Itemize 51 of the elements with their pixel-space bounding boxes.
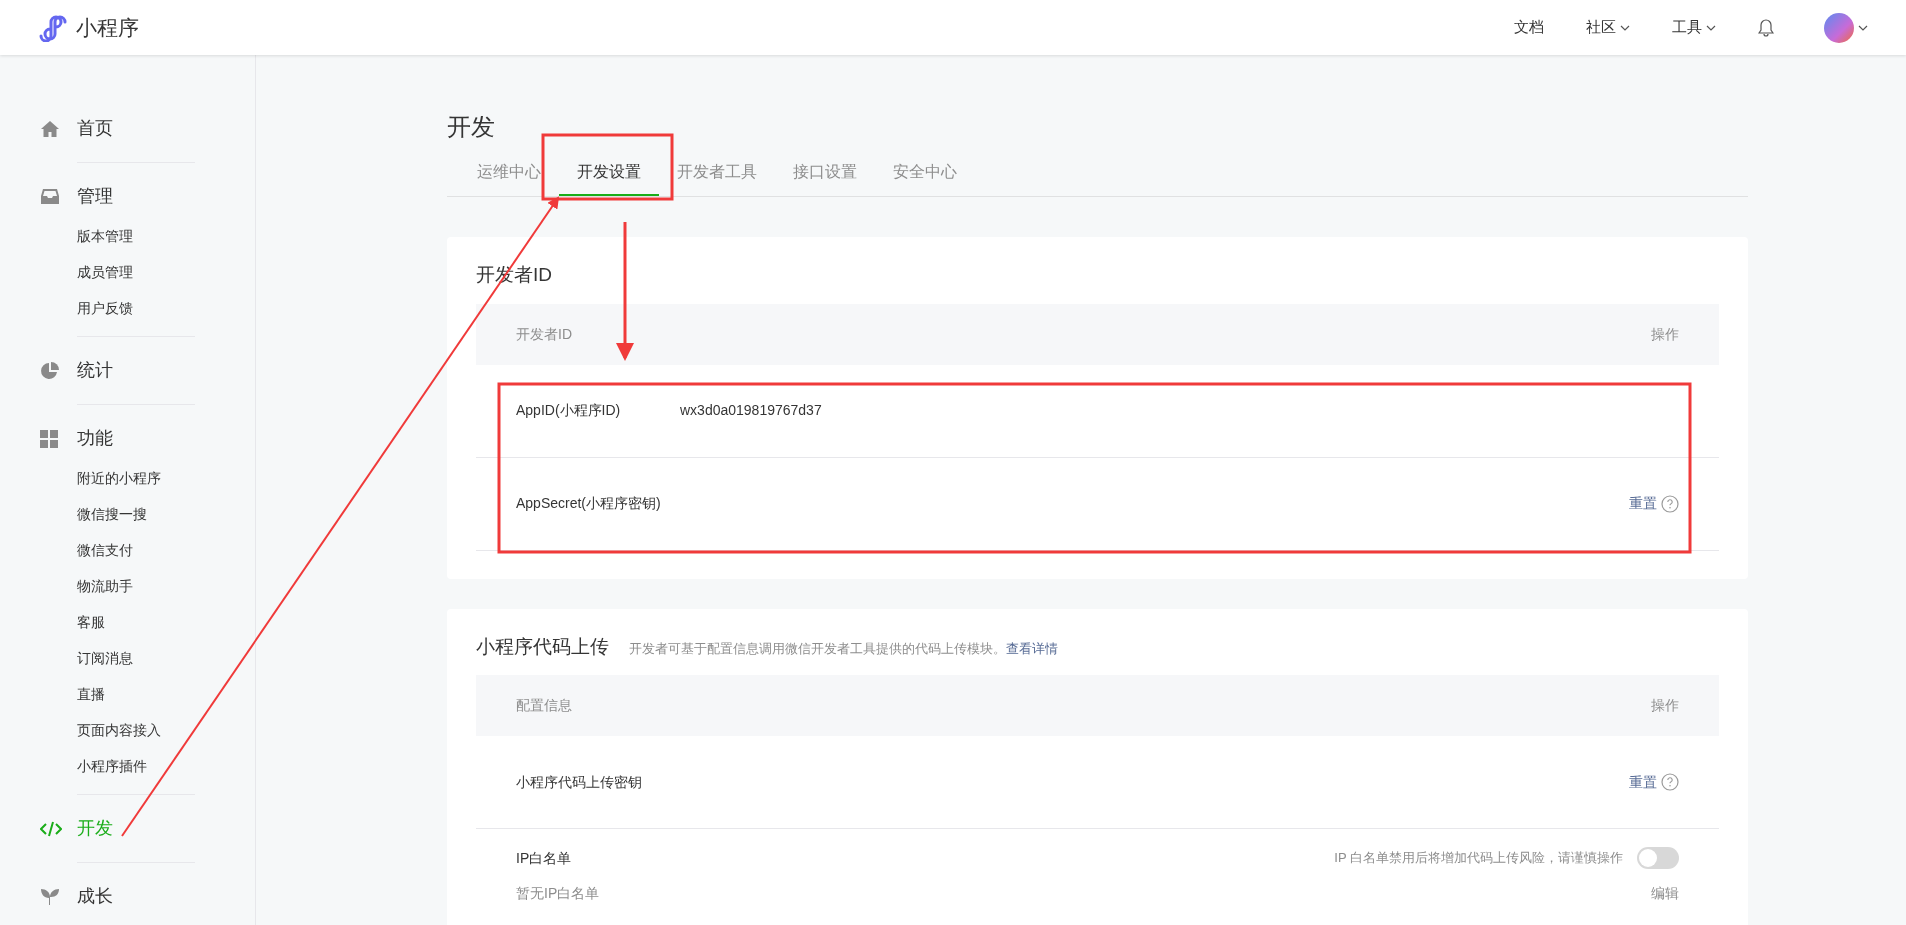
edit-link[interactable]: 编辑 bbox=[1651, 883, 1679, 904]
card-title: 小程序代码上传 bbox=[476, 634, 609, 659]
logo-text: 小程序 bbox=[76, 14, 139, 41]
chevron-down-icon bbox=[1706, 24, 1716, 31]
tab[interactable]: 开发设置 bbox=[559, 160, 659, 196]
sidebar-item[interactable]: 统计 bbox=[40, 337, 195, 404]
sidebar-item[interactable]: 成长 bbox=[40, 863, 195, 925]
toggle-switch[interactable] bbox=[1637, 847, 1679, 869]
sidebar-subitem[interactable]: 微信搜一搜 bbox=[77, 496, 195, 532]
column-header: 配置信息 bbox=[516, 696, 572, 715]
sidebar-subitem[interactable]: 成员管理 bbox=[77, 254, 195, 290]
grid-icon bbox=[40, 429, 58, 448]
help-icon[interactable] bbox=[1661, 494, 1679, 513]
card-description: 开发者可基于配置信息调用微信开发者工具提供的代码上传模块。 bbox=[629, 639, 1006, 658]
sidebar-subitem[interactable]: 用户反馈 bbox=[77, 290, 195, 326]
avatar[interactable] bbox=[1824, 12, 1854, 43]
chevron-down-icon bbox=[1620, 24, 1630, 31]
tray-icon bbox=[40, 188, 60, 205]
row-label: 小程序代码上传密钥 bbox=[516, 772, 642, 792]
sidebar-subitem[interactable]: 微信支付 bbox=[77, 532, 195, 568]
details-link[interactable]: 查看详情 bbox=[1006, 638, 1058, 658]
help-icon[interactable] bbox=[1661, 773, 1679, 791]
sidebar-subitem[interactable]: 小程序插件 bbox=[77, 748, 195, 784]
row-label: AppID(小程序ID) bbox=[516, 401, 622, 420]
column-header: 操作 bbox=[1651, 696, 1679, 715]
sidebar-subitem[interactable]: 订阅消息 bbox=[77, 640, 195, 676]
column-header: 开发者ID bbox=[516, 324, 572, 344]
warning-text: IP 白名单禁用后将增加代码上传风险，请谨慎操作 bbox=[1334, 849, 1623, 868]
logo-icon[interactable] bbox=[38, 13, 68, 42]
code-icon bbox=[40, 819, 62, 838]
reset-link[interactable]: 重置 bbox=[1629, 493, 1657, 514]
chevron-down-icon bbox=[1858, 24, 1868, 31]
row-value: wx3d0a019819767d37 bbox=[680, 401, 822, 420]
sidebar-subitem[interactable]: 直播 bbox=[77, 676, 195, 712]
nav-link[interactable]: 工具 bbox=[1672, 16, 1716, 39]
sidebar-subitem[interactable]: 客服 bbox=[77, 604, 195, 640]
reset-link[interactable]: 重置 bbox=[1629, 771, 1657, 793]
page-title: 开发 bbox=[447, 112, 496, 142]
nav-link[interactable]: 文档 bbox=[1514, 16, 1544, 39]
row-label: AppSecret(小程序密钥) bbox=[516, 494, 662, 513]
sidebar-subitem[interactable]: 物流助手 bbox=[77, 568, 195, 604]
home-icon bbox=[40, 119, 60, 138]
bell-icon[interactable] bbox=[1758, 18, 1774, 37]
sprout-icon bbox=[40, 887, 60, 906]
sidebar-item[interactable]: 首页 bbox=[40, 95, 195, 162]
sidebar-subitem[interactable]: 页面内容接入 bbox=[77, 712, 195, 748]
column-header: 操作 bbox=[1651, 324, 1679, 344]
pie-chart-icon bbox=[40, 360, 60, 381]
row-label: IP白名单 bbox=[516, 848, 572, 868]
empty-text: 暂无IP白名单 bbox=[516, 884, 600, 903]
nav-link[interactable]: 社区 bbox=[1586, 16, 1630, 39]
